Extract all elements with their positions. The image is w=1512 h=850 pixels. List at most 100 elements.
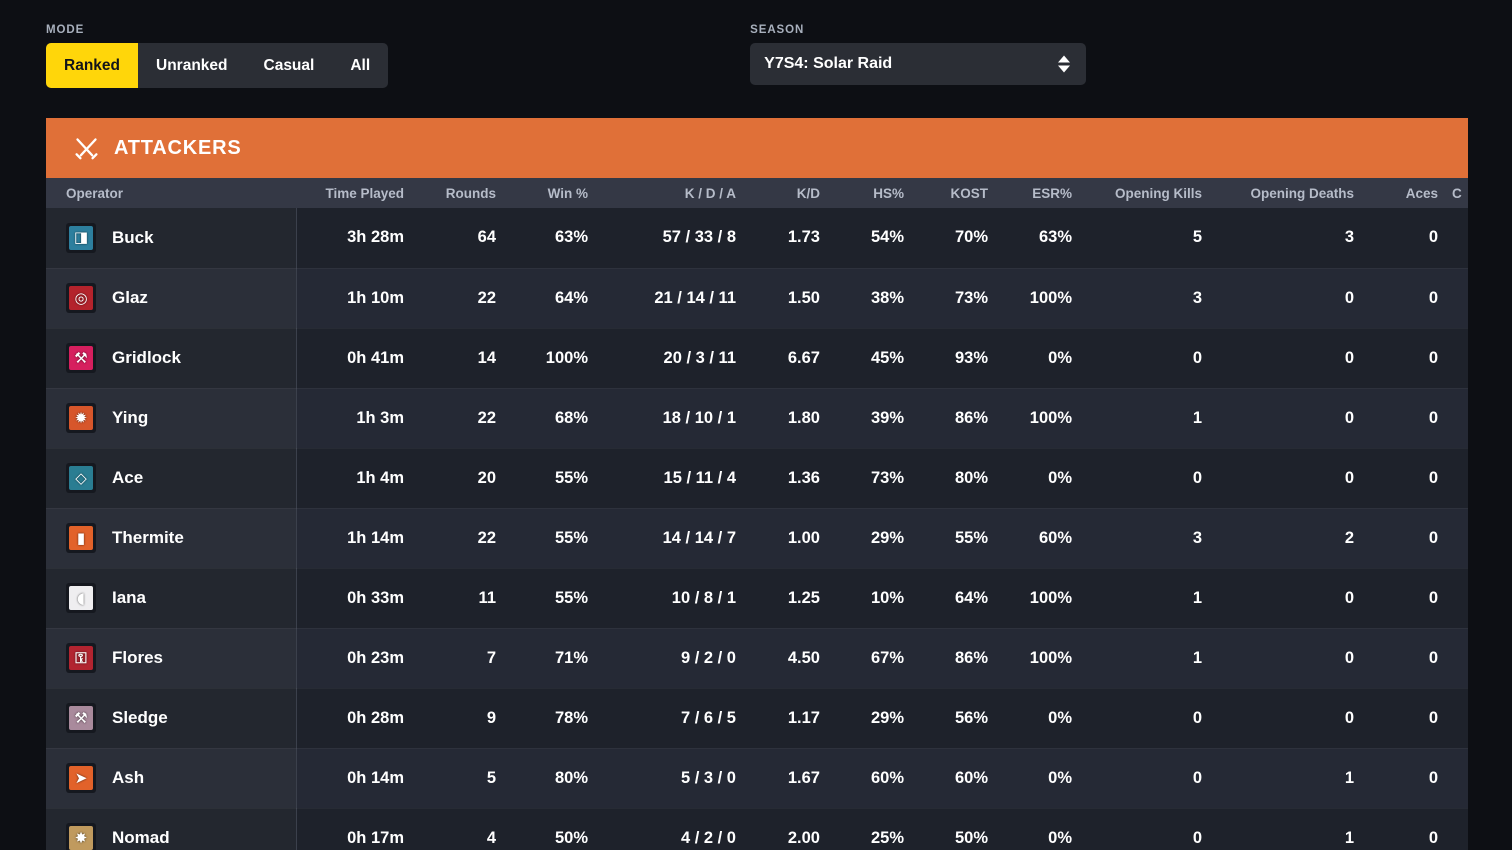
cell-hs-pct: 73%: [834, 448, 918, 509]
column-header-kda[interactable]: K / D / A: [602, 178, 750, 208]
cell-opening-deaths: 0: [1216, 688, 1368, 749]
column-header-rounds[interactable]: Rounds: [418, 178, 510, 208]
cell-kd: 1.67: [750, 748, 834, 809]
cell-kda: 21 / 14 / 11: [602, 268, 750, 329]
cell-operator[interactable]: ▮ Thermite: [46, 508, 297, 569]
cell-operator[interactable]: ⚿ Flores: [46, 628, 297, 689]
operator-name: Ace: [112, 468, 144, 487]
cell-opening-deaths: 0: [1216, 568, 1368, 629]
cell-kost: 64%: [918, 568, 1002, 629]
cell-aces: 0: [1368, 808, 1452, 850]
cell-time-played: 1h 4m: [296, 448, 418, 509]
cell-truncated: [1452, 688, 1468, 749]
cell-opening-deaths: 3: [1216, 208, 1368, 269]
column-header-kost[interactable]: KOST: [918, 178, 1002, 208]
cell-hs-pct: 39%: [834, 388, 918, 449]
cell-operator[interactable]: ⚒ Sledge: [46, 688, 297, 749]
cell-kost: 60%: [918, 748, 1002, 809]
operator-name: Gridlock: [112, 348, 181, 367]
cell-hs-pct: 25%: [834, 808, 918, 850]
cell-kda: 5 / 3 / 0: [602, 748, 750, 809]
column-header-opening-deaths[interactable]: Opening Deaths: [1216, 178, 1368, 208]
cell-aces: 0: [1368, 508, 1452, 569]
cell-opening-kills: 0: [1086, 808, 1216, 850]
table-row[interactable]: ◇ Ace 1h 4m 20 55% 15 / 11 / 4 1.36 73% 80% 0% 0 0 0: [46, 448, 1468, 509]
cell-opening-kills: 5: [1086, 208, 1216, 269]
cell-win-pct: 55%: [510, 448, 602, 509]
table-row[interactable]: ▮ Thermite 1h 14m 22 55% 14 / 14 / 7 1.00 29% 55…: [46, 508, 1468, 569]
cell-rounds: 22: [418, 268, 510, 329]
cell-kd: 4.50: [750, 628, 834, 689]
cell-win-pct: 68%: [510, 388, 602, 449]
column-header-kd[interactable]: K/D: [750, 178, 834, 208]
cell-operator[interactable]: ◇ Ace: [46, 448, 297, 509]
cell-kost: 80%: [918, 448, 1002, 509]
column-header-hs-pct[interactable]: HS%: [834, 178, 918, 208]
table-row[interactable]: ⚒ Sledge 0h 28m 9 78% 7 / 6 / 5 1.17 29% 56% 0% 0 0…: [46, 688, 1468, 749]
cell-time-played: 1h 10m: [296, 268, 418, 329]
table-row[interactable]: ✸ Nomad 0h 17m 4 50% 4 / 2 / 0 2.00 25% 50% 0% 0 1 0: [46, 808, 1468, 850]
cell-operator[interactable]: ✸ Nomad: [46, 808, 297, 850]
operator-name: Ying: [112, 408, 149, 427]
table-row[interactable]: ✹ Ying 1h 3m 22 68% 18 / 10 / 1 1.80 39% 86% 100%…: [46, 388, 1468, 449]
column-header-truncated[interactable]: C: [1452, 178, 1468, 208]
column-header-operator[interactable]: Operator: [46, 178, 296, 208]
season-select[interactable]: Y7S4: Solar Raid: [750, 43, 1087, 85]
mode-button-ranked[interactable]: Ranked: [46, 43, 138, 88]
attackers-table-container[interactable]: ATTACKERS Operator Time Played Rounds Wi…: [46, 118, 1468, 850]
cell-esr-pct: 63%: [1002, 208, 1086, 269]
cell-time-played: 0h 33m: [296, 568, 418, 629]
operator-icon: ⚿: [66, 643, 96, 673]
mode-filter-group: MODE Ranked Unranked Casual All: [46, 24, 389, 88]
cell-time-played: 3h 28m: [296, 208, 418, 269]
cell-opening-kills: 3: [1086, 268, 1216, 329]
cell-kd: 1.50: [750, 268, 834, 329]
column-header-esr-pct[interactable]: ESR%: [1002, 178, 1086, 208]
mode-button-casual[interactable]: Casual: [246, 43, 333, 88]
cell-operator[interactable]: ➤ Ash: [46, 748, 297, 809]
column-header-time-played[interactable]: Time Played: [296, 178, 418, 208]
cell-esr-pct: 100%: [1002, 628, 1086, 689]
cell-esr-pct: 60%: [1002, 508, 1086, 569]
table-row[interactable]: ⚒ Gridlock 0h 41m 14 100% 20 / 3 / 11 6.67 45% 9…: [46, 328, 1468, 389]
cell-kost: 86%: [918, 628, 1002, 689]
table-row[interactable]: ⚿ Flores 0h 23m 7 71% 9 / 2 / 0 4.50 67% 86% 100%…: [46, 628, 1468, 689]
table-row[interactable]: ◎ Glaz 1h 10m 22 64% 21 / 14 / 11 1.50 38% 73% 10…: [46, 268, 1468, 329]
cell-opening-kills: 0: [1086, 328, 1216, 389]
cell-operator[interactable]: ◎ Glaz: [46, 268, 297, 329]
table-row[interactable]: ◨ Buck 3h 28m 64 63% 57 / 33 / 8 1.73 54% 70% 63%…: [46, 208, 1468, 269]
operator-icon: ◖: [66, 583, 96, 613]
table-row[interactable]: ◖ Iana 0h 33m 11 55% 10 / 8 / 1 1.25 10% 64% 100%…: [46, 568, 1468, 629]
cell-hs-pct: 67%: [834, 628, 918, 689]
cell-truncated: [1452, 268, 1468, 329]
cell-esr-pct: 0%: [1002, 328, 1086, 389]
cell-operator[interactable]: ✹ Ying: [46, 388, 297, 449]
cell-win-pct: 55%: [510, 508, 602, 569]
operator-icon: ➤: [66, 763, 96, 793]
cell-kd: 1.00: [750, 508, 834, 569]
mode-toggle[interactable]: Ranked Unranked Casual All: [46, 43, 389, 88]
mode-button-all[interactable]: All: [332, 43, 388, 88]
mode-button-unranked[interactable]: Unranked: [138, 43, 246, 88]
cell-kda: 14 / 14 / 7: [602, 508, 750, 569]
cell-operator[interactable]: ◨ Buck: [46, 208, 297, 269]
cell-operator[interactable]: ◖ Iana: [46, 568, 297, 629]
cell-hs-pct: 29%: [834, 508, 918, 569]
cell-opening-kills: 1: [1086, 628, 1216, 689]
operator-name: Thermite: [112, 528, 184, 547]
cell-kda: 20 / 3 / 11: [602, 328, 750, 389]
cell-rounds: 11: [418, 568, 510, 629]
cell-aces: 0: [1368, 748, 1452, 809]
cell-operator[interactable]: ⚒ Gridlock: [46, 328, 297, 389]
column-header-aces[interactable]: Aces: [1368, 178, 1452, 208]
season-label: SEASON: [750, 24, 805, 36]
operator-icon: ✸: [66, 823, 96, 850]
table-row[interactable]: ➤ Ash 0h 14m 5 80% 5 / 3 / 0 1.67 60% 60% 0% 0 1 0: [46, 748, 1468, 809]
column-header-opening-kills[interactable]: Opening Kills: [1086, 178, 1216, 208]
cell-kost: 70%: [918, 208, 1002, 269]
cell-win-pct: 55%: [510, 568, 602, 629]
cell-opening-deaths: 2: [1216, 508, 1368, 569]
column-header-win-pct[interactable]: Win %: [510, 178, 602, 208]
up-down-chevron-icon[interactable]: [1058, 55, 1071, 73]
cell-kda: 57 / 33 / 8: [602, 208, 750, 269]
